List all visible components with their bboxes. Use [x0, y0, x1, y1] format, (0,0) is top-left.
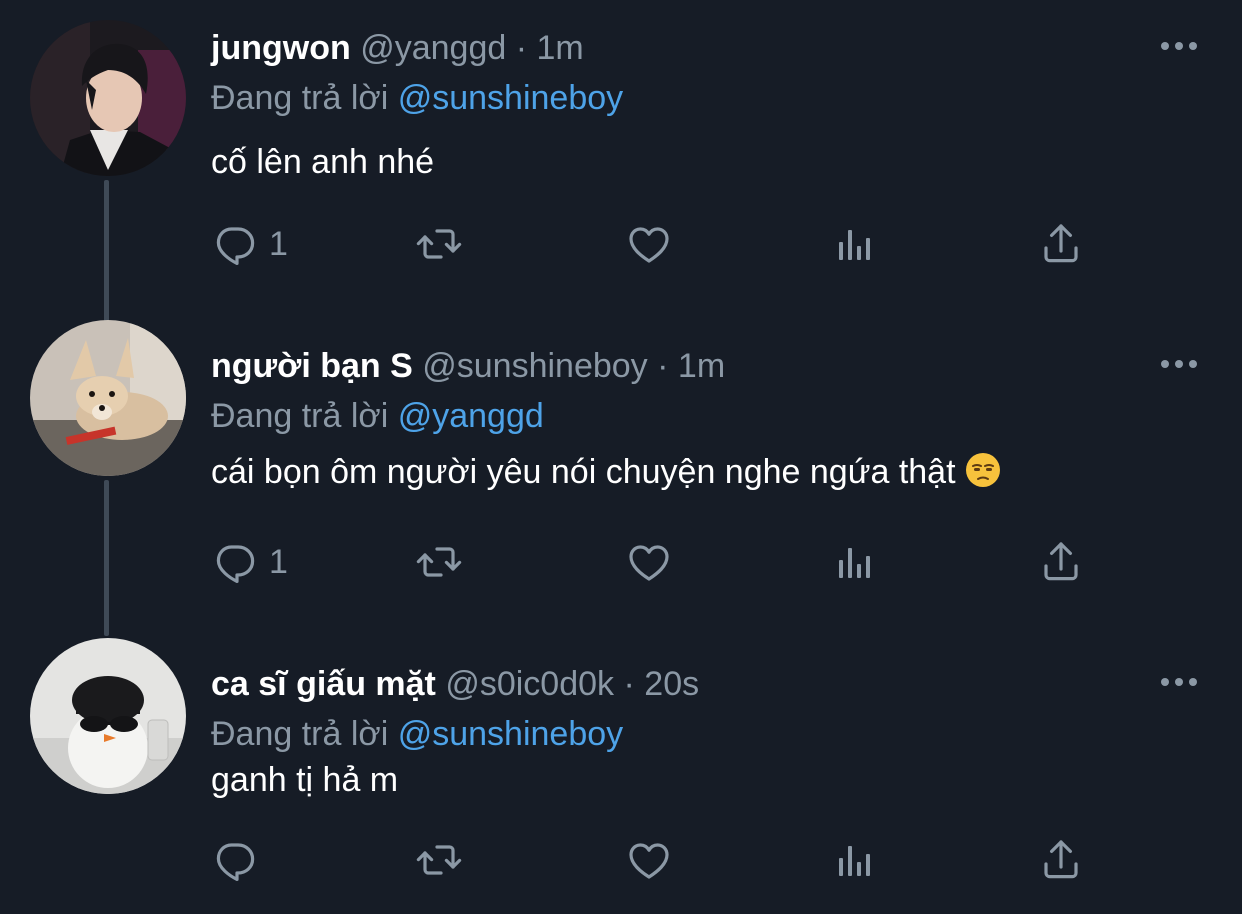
more-options-button[interactable] [1158, 672, 1200, 692]
replying-to-label: Đang trả lời [211, 79, 389, 117]
timestamp[interactable]: 1m [537, 29, 584, 67]
user-handle[interactable]: @yanggd [360, 29, 506, 67]
user-handle[interactable]: @sunshineboy [422, 347, 647, 385]
more-dots-icon [1158, 354, 1200, 374]
avatar[interactable] [30, 638, 186, 794]
views-icon [831, 836, 879, 884]
more-options-button[interactable] [1158, 36, 1200, 56]
tweet-actions [211, 832, 1091, 888]
mention-link[interactable]: @sunshineboy [398, 79, 623, 117]
share-button[interactable] [1037, 534, 1085, 590]
tweet-actions: 1 [211, 534, 1091, 590]
tweet-header: người bạn S @sunshineboy · 1m [211, 346, 725, 386]
views-icon [831, 220, 879, 268]
reply-count: 1 [269, 224, 288, 263]
timestamp[interactable]: 1m [678, 347, 725, 385]
avatar[interactable] [30, 20, 186, 176]
share-button[interactable] [1037, 832, 1085, 888]
tweet[interactable]: jungwon @yanggd · 1m Đang trả lời @sunsh… [0, 0, 1242, 318]
share-icon [1037, 220, 1085, 268]
reply-icon [211, 220, 259, 268]
heart-icon [625, 220, 673, 268]
share-button[interactable] [1037, 216, 1085, 272]
reply-button[interactable] [211, 832, 269, 888]
heart-icon [625, 836, 673, 884]
retweet-button[interactable] [415, 216, 463, 272]
like-button[interactable] [625, 216, 673, 272]
tweet-text: cố lên anh nhé [211, 143, 435, 181]
separator-dot: · [657, 347, 669, 385]
retweet-icon [415, 220, 463, 268]
replying-to: Đang trả lời @sunshineboy [211, 714, 623, 754]
reply-button[interactable]: 1 [211, 534, 288, 590]
views-button[interactable] [831, 534, 879, 590]
like-button[interactable] [625, 832, 673, 888]
separator-dot: · [515, 29, 528, 67]
more-dots-icon [1158, 672, 1200, 692]
retweet-button[interactable] [415, 534, 463, 590]
reply-count: 1 [269, 542, 288, 581]
replying-to-label: Đang trả lời [211, 397, 389, 435]
tweet-header: ca sĩ giấu mặt @s0ic0d0k · 20s [211, 664, 699, 704]
tweet-text: cái bọn ôm người yêu nói chuyện nghe ngứ… [211, 453, 956, 491]
replying-to-label: Đang trả lời [211, 715, 389, 753]
reply-button[interactable]: 1 [211, 216, 288, 272]
replying-to: Đang trả lời @sunshineboy [211, 78, 623, 118]
tweet-text: ganh tị hả m [211, 761, 399, 799]
reply-thread: jungwon @yanggd · 1m Đang trả lời @sunsh… [0, 0, 1242, 914]
reply-icon [211, 836, 259, 884]
user-handle[interactable]: @s0ic0d0k [445, 665, 614, 703]
more-dots-icon [1158, 36, 1200, 56]
display-name[interactable]: jungwon [211, 29, 351, 67]
mention-link[interactable]: @sunshineboy [398, 715, 623, 753]
retweet-icon [415, 836, 463, 884]
like-button[interactable] [625, 534, 673, 590]
unamused-face-icon [965, 453, 1000, 487]
separator-dot: · [623, 665, 635, 703]
display-name[interactable]: người bạn S [211, 347, 413, 385]
views-icon [831, 538, 879, 586]
reply-icon [211, 538, 259, 586]
retweet-icon [415, 538, 463, 586]
timestamp[interactable]: 20s [644, 665, 699, 703]
tweet[interactable]: người bạn S @sunshineboy · 1m Đang trả l… [0, 318, 1242, 636]
tweet[interactable]: ca sĩ giấu mặt @s0ic0d0k · 20s Đang trả … [0, 636, 1242, 914]
mention-link[interactable]: @yanggd [398, 397, 544, 435]
views-button[interactable] [831, 216, 879, 272]
avatar[interactable] [30, 320, 186, 476]
replying-to: Đang trả lời @yanggd [211, 396, 544, 436]
tweet-actions: 1 [211, 216, 1091, 272]
tweet-text-container: cái bọn ôm người yêu nói chuyện nghe ngứ… [211, 452, 1001, 492]
views-button[interactable] [831, 832, 879, 888]
heart-icon [625, 538, 673, 586]
more-options-button[interactable] [1158, 354, 1200, 374]
tweet-header: jungwon @yanggd · 1m [211, 28, 584, 68]
share-icon [1037, 538, 1085, 586]
retweet-button[interactable] [415, 832, 463, 888]
share-icon [1037, 836, 1085, 884]
display-name[interactable]: ca sĩ giấu mặt [211, 665, 436, 703]
